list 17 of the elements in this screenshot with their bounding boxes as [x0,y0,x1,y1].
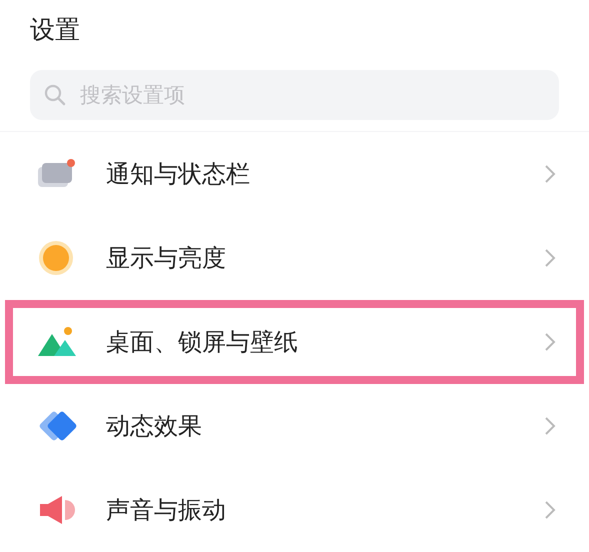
chevron-right-icon [544,416,556,436]
settings-item[interactable]: 动态效果 [5,384,584,468]
chevron-right-icon [544,164,556,184]
page-title: 设置 [30,14,80,46]
mountain-icon [38,326,78,358]
sun-icon [38,240,74,276]
chevron-right-icon [544,500,556,520]
chevron-right-icon [544,248,556,268]
speaker-icon [38,494,78,526]
settings-item[interactable]: 显示与亮度 [5,216,584,300]
notification-card-icon [38,159,76,189]
search-icon [44,84,66,106]
settings-item[interactable]: 通知与状态栏 [5,132,584,216]
chevron-right-icon [544,332,556,352]
settings-item[interactable]: 桌面、锁屏与壁纸 [5,300,584,384]
settings-item[interactable]: 声音与振动 [5,468,584,552]
diamond-icon [38,410,78,442]
